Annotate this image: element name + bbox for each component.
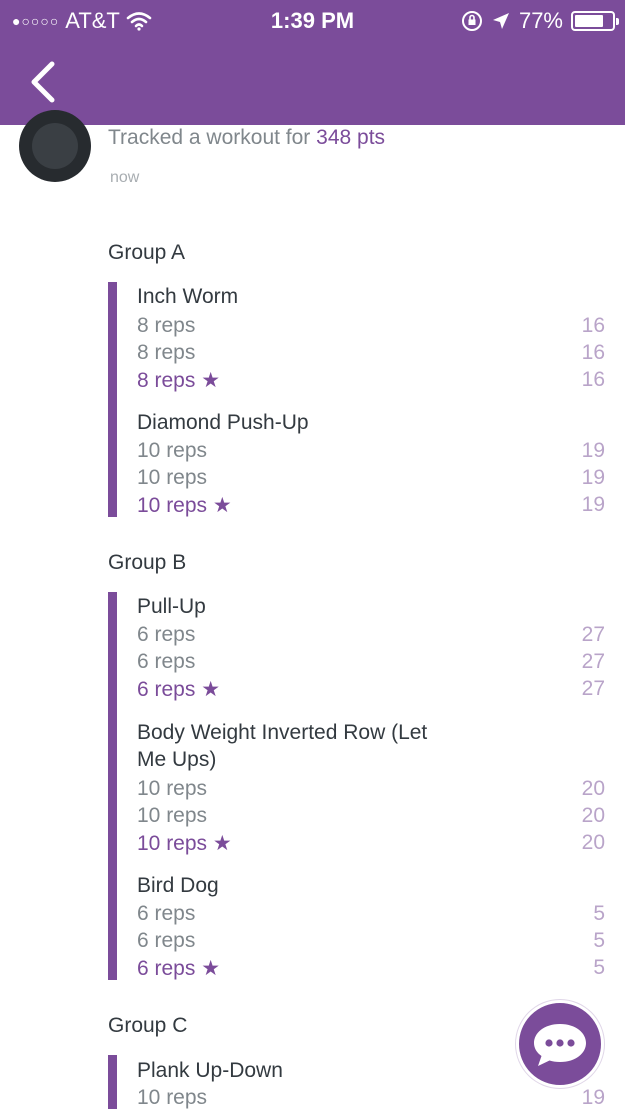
set-value: 5 <box>593 929 605 952</box>
set-row-best: 8 reps ★ 16 <box>137 366 605 393</box>
exercise-name: Inch Worm <box>137 285 239 308</box>
set-reps: 8 reps ★ <box>137 369 221 392</box>
exercise-name: Plank Up-Down <box>137 1059 283 1082</box>
set-reps: 10 reps <box>137 777 208 800</box>
set-row: 6 reps 27 <box>137 648 605 675</box>
activity-points[interactable]: 348 pts <box>316 126 385 149</box>
set-row: 10 reps 20 <box>137 775 605 802</box>
exercise-name: Body Weight Inverted Row (Let <box>137 721 428 744</box>
set-value: 20 <box>581 777 605 800</box>
status-bar: ●○○○○ AT&T 1:39 PM 77% <box>0 0 625 40</box>
set-reps: 6 reps <box>137 650 196 673</box>
set-value: 19 <box>581 466 605 489</box>
set-reps: 10 reps <box>137 466 208 489</box>
activity-text: Tracked a workout for <box>108 126 317 149</box>
set-value: 19 <box>581 493 605 516</box>
set-value: 16 <box>581 341 605 364</box>
group-c-bar <box>108 1055 117 1109</box>
set-value: 19 <box>581 1086 605 1109</box>
set-row: 10 reps 20 <box>137 802 605 829</box>
activity-summary: Tracked a workout for 348 pts <box>108 126 385 150</box>
set-row: 10 reps 19 <box>137 437 605 464</box>
battery-percent: 77% <box>518 8 563 33</box>
set-row-best: 6 reps ★ 5 <box>137 954 605 981</box>
set-reps: 6 reps <box>137 902 196 925</box>
rotation-lock-icon <box>461 11 482 31</box>
set-row: 6 reps 5 <box>137 927 605 954</box>
set-reps: 10 reps ★ <box>137 832 232 855</box>
set-reps: 8 reps <box>137 314 196 337</box>
back-button[interactable] <box>26 60 66 104</box>
set-value: 16 <box>581 368 605 391</box>
exercise-name: Pull-Up <box>137 595 206 618</box>
exercise-name: Diamond Push-Up <box>137 411 309 434</box>
set-row: 8 reps 16 <box>137 339 605 366</box>
set-reps: 10 reps <box>137 804 208 827</box>
group-title: Group C <box>108 1014 188 1037</box>
app-header: ●○○○○ AT&T 1:39 PM 77% <box>0 0 625 125</box>
set-value: 19 <box>581 439 605 462</box>
set-value: 27 <box>581 623 605 646</box>
set-value: 20 <box>581 804 605 827</box>
set-value: 20 <box>581 831 605 854</box>
set-value: 27 <box>581 650 605 673</box>
set-value: 5 <box>593 902 605 925</box>
set-reps: 10 reps <box>137 439 208 462</box>
activity-timestamp: now <box>110 169 140 186</box>
battery-fill <box>575 15 603 27</box>
chevron-left-icon <box>31 61 55 103</box>
set-row-best: 6 reps ★ 27 <box>137 675 605 702</box>
location-arrow-icon <box>492 13 509 29</box>
set-reps: 6 reps ★ <box>137 678 221 701</box>
chat-bubble-icon <box>534 1024 586 1066</box>
chat-button[interactable] <box>516 1000 604 1088</box>
set-row-best: 10 reps ★ 20 <box>137 829 605 856</box>
set-reps: 6 reps <box>137 623 196 646</box>
set-row-best: 10 reps ★ 19 <box>137 491 605 518</box>
set-row: 6 reps 5 <box>137 900 605 927</box>
exercise-name: Bird Dog <box>137 874 219 897</box>
set-value: 27 <box>581 677 605 700</box>
set-row: 10 reps 19 <box>137 464 605 491</box>
set-value: 16 <box>581 314 605 337</box>
group-title: Group B <box>108 551 187 574</box>
set-row: 6 reps 27 <box>137 621 605 648</box>
set-row: 8 reps 16 <box>137 312 605 339</box>
group-a-bar <box>108 282 117 517</box>
group-title: Group A <box>108 241 186 264</box>
battery-icon <box>571 11 619 31</box>
exercise-name-continued: Me Ups) <box>137 748 217 771</box>
set-reps: 8 reps <box>137 341 196 364</box>
set-reps: 10 reps <box>137 1086 208 1109</box>
set-value: 5 <box>593 956 605 979</box>
set-reps: 6 reps <box>137 929 196 952</box>
avatar[interactable] <box>19 110 91 182</box>
group-b-bar <box>108 592 117 980</box>
set-reps: 10 reps ★ <box>137 494 232 517</box>
set-reps: 6 reps ★ <box>137 957 221 980</box>
